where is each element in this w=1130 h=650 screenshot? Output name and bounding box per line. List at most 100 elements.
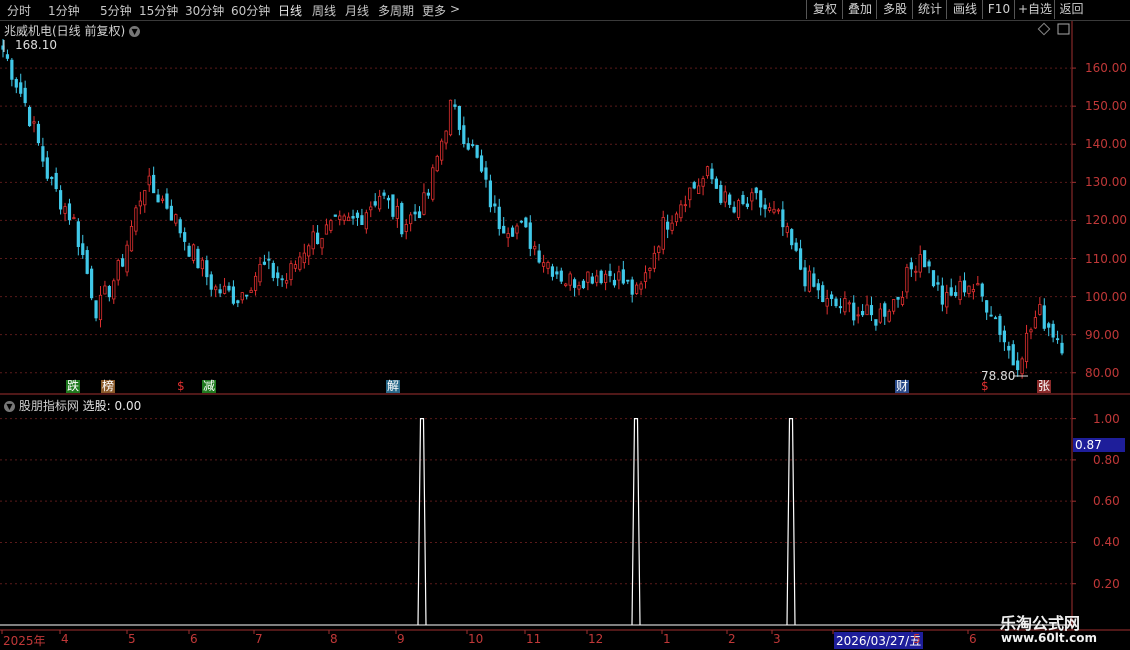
candle-body [736,200,741,218]
candle-body [674,213,679,223]
dropdown-icon[interactable]: ▼ [129,26,141,37]
candle-body [962,280,967,293]
candle-body [378,195,382,210]
candle-body [945,292,949,308]
signal-spike-0 [417,418,427,626]
candle-body [856,314,860,317]
candle-body [307,245,311,257]
candle-body [98,294,103,321]
price-axis-label-0: 160.00 [1085,61,1127,76]
high-price-label: 168.10 [15,38,57,52]
date-axis-label-5: 8 [330,632,338,646]
price-axis-label-6: 100.00 [1085,289,1127,304]
candle-body [351,216,355,219]
candle-body [1060,342,1064,354]
candle-body [196,248,200,269]
timeframe-tab-8[interactable]: 月线 [345,2,369,19]
candle-body [723,191,727,203]
candle-body [666,221,670,230]
candle-body [1,45,5,50]
timeframe-tab-5[interactable]: 60分钟 [231,2,270,19]
timeframe-tab-10[interactable]: 更多 [422,2,446,19]
toolbar-button-4[interactable]: 画线 [946,0,983,19]
candle-body [759,190,763,208]
candle-body [320,237,324,249]
timeframe-tab-7[interactable]: 周线 [312,2,336,19]
date-axis-label-0: 2025年 [3,634,46,648]
date-axis-label-10: 1 [663,632,671,646]
timeframe-tab-6[interactable]: 日线 [278,2,302,19]
candle-body [1042,305,1046,329]
candle-body [976,283,980,286]
candle-body [391,194,395,217]
timeframe-tab-3[interactable]: 15分钟 [139,2,178,19]
toolbar-button-6[interactable]: +自选 [1014,0,1055,19]
candle-body [510,227,515,237]
toolbar-button-0[interactable]: 复权 [806,0,843,19]
candle-body [440,140,444,161]
indicator-current-value[interactable]: 0.87 [1073,438,1125,453]
candle-body [54,172,58,190]
toolbar-button-7[interactable]: 返回 [1054,0,1088,19]
event-marker-5: 财 [895,379,910,393]
timeframe-tab-9[interactable]: 多周期 [378,2,414,19]
candle-body [564,283,568,286]
candle-body [466,143,470,150]
candle-body [1007,345,1011,351]
candle-body [546,262,550,269]
toolbar-button-5[interactable]: F10 [982,0,1015,19]
candle-body [993,317,998,320]
indicator-axis-label-2: 0.60 [1093,494,1120,509]
candle-body [50,176,54,180]
timeframe-tab-2[interactable]: 5分钟 [100,2,132,19]
candle-body [76,221,80,247]
candle-body [914,270,918,273]
candle-body [475,145,479,158]
candle-body [178,219,182,234]
candle-body [214,286,218,291]
timeframe-tab-1[interactable]: 1分钟 [48,2,80,19]
candle-body [847,302,851,305]
candle-body [555,271,559,275]
candle-body [143,190,147,206]
candle-body [209,274,213,290]
stock-title: 兆威机电(日线 前复权) [4,24,126,38]
candle-body [657,246,661,253]
candle-body [635,284,639,294]
toolbar-button-3[interactable]: 统计 [912,0,947,19]
indicator-dropdown-icon[interactable]: ▼ [4,401,15,412]
watermark-url: www.60lt.com [1001,631,1098,645]
candle-body [1002,330,1006,343]
candle-body [94,300,98,319]
candle-body [630,279,634,295]
timeframe-tab-4[interactable]: 30分钟 [185,2,224,19]
candle-body [1011,344,1015,366]
price-axis-label-8: 80.00 [1085,365,1120,380]
candle-body [267,258,271,261]
candle-body [688,187,692,201]
candle-body [276,272,280,279]
indicator-axis-label-4: 0.20 [1093,576,1120,591]
more-arrow-icon[interactable]: > [450,2,460,16]
candle-body [156,194,160,203]
toolbar-button-1[interactable]: 叠加 [842,0,877,19]
candle-body [311,231,315,250]
candle-body [293,264,298,269]
candle-body [931,270,936,287]
timeframe-tab-0[interactable]: 分时 [7,2,31,19]
candle-body [825,298,829,307]
candle-body [581,280,586,289]
candle-body [360,215,364,226]
date-axis-label-2: 5 [128,632,136,646]
candle-body [896,296,900,300]
indicator-axis-label-0: 1.00 [1093,411,1120,426]
candle-body [604,273,608,283]
candle-body [386,197,391,201]
candle-body [861,310,865,316]
candle-body [72,217,76,220]
candle-body [41,146,45,162]
candle-body [236,300,240,304]
toolbar-button-2[interactable]: 多股 [876,0,913,19]
date-axis-label-8: 11 [526,632,542,646]
candle-body [577,284,581,290]
